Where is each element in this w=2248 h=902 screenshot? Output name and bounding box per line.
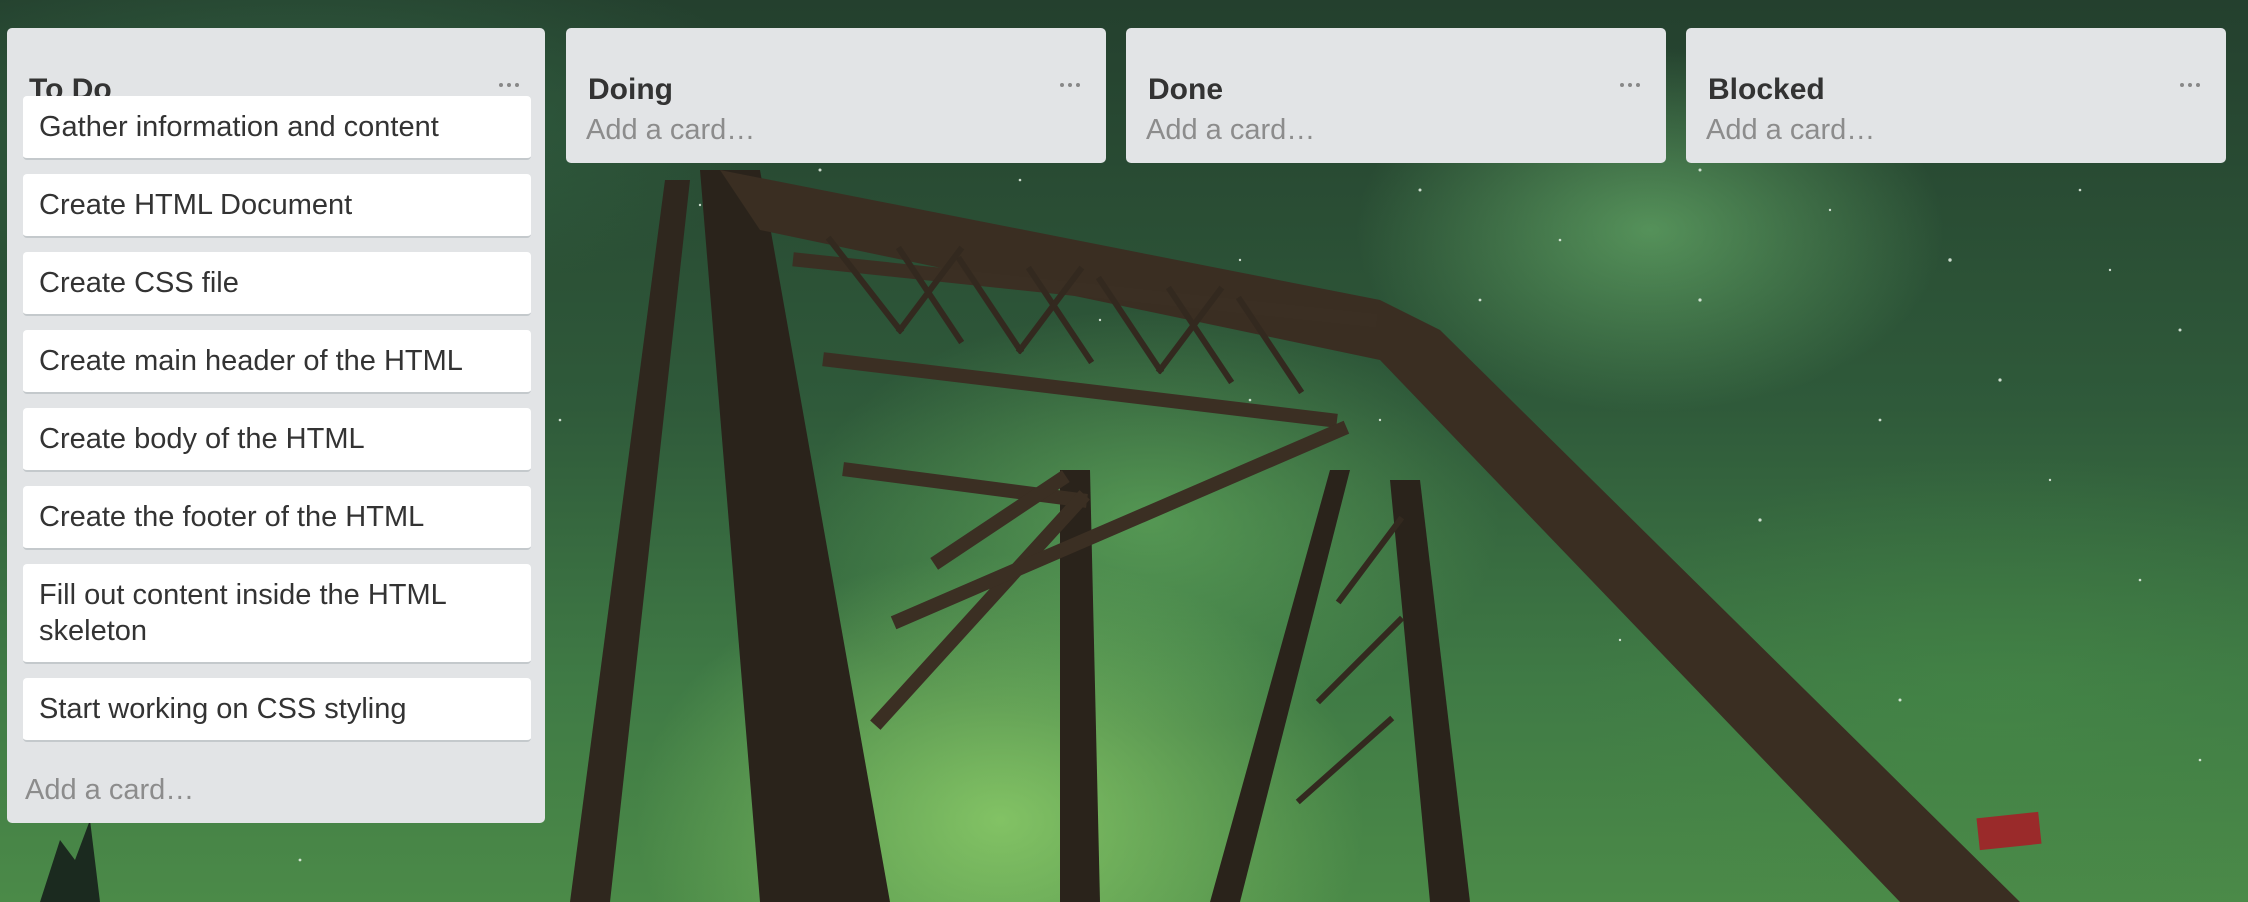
card-title: Start working on CSS styling [39,693,407,725]
list-blocked: Blocked Add a card… [1686,28,2226,163]
ellipsis-icon[interactable] [1058,78,1084,92]
card-title: Create body of the HTML [39,423,365,455]
card[interactable]: Create the footer of the HTML [23,486,531,550]
add-card-button[interactable]: Add a card… [1146,112,1315,148]
list-doing: Doing Add a card… [566,28,1106,163]
card[interactable]: Fill out content inside the HTML skeleto… [23,564,531,664]
card-title: Create the footer of the HTML [39,501,425,533]
card-title: Create CSS file [39,267,239,299]
kanban-board: To Do Gather information and content Cre… [0,0,2248,902]
card[interactable]: Create HTML Document [23,174,531,238]
list-title[interactable]: Doing [588,72,673,108]
add-card-button[interactable]: Add a card… [1706,112,1875,148]
card-title: Gather information and content [39,111,439,143]
list-to-do: To Do Gather information and content Cre… [7,28,545,823]
ellipsis-icon[interactable] [1618,78,1644,92]
card-title: Create main header of the HTML [39,345,463,377]
card-title: Create HTML Document [39,189,353,221]
add-card-button[interactable]: Add a card… [586,112,755,148]
card[interactable]: Create CSS file [23,252,531,316]
card[interactable]: Create main header of the HTML [23,330,531,394]
list-title[interactable]: Done [1148,72,1223,108]
ellipsis-icon[interactable] [2178,78,2204,92]
card[interactable]: Gather information and content [23,96,531,160]
ellipsis-icon[interactable] [497,78,523,92]
card[interactable]: Create body of the HTML [23,408,531,472]
add-card-button[interactable]: Add a card… [25,772,194,808]
list-done: Done Add a card… [1126,28,1666,163]
card[interactable]: Start working on CSS styling [23,678,531,742]
card-title: Fill out content inside the HTML skeleto… [39,579,446,647]
list-title[interactable]: Blocked [1708,72,1825,108]
